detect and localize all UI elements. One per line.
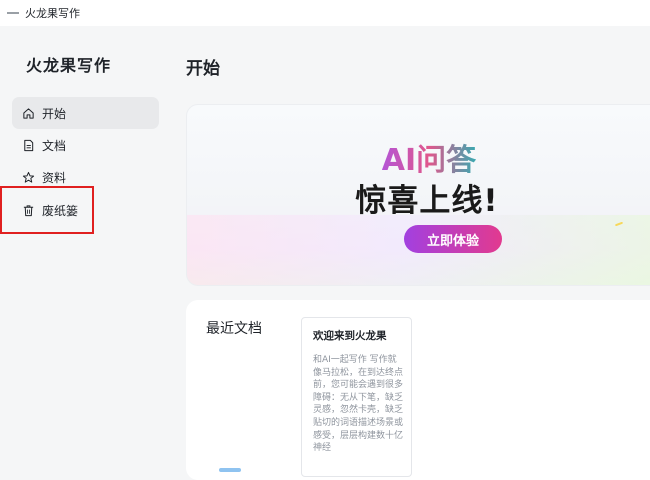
page-title: 开始 [186, 59, 220, 79]
app-icon [7, 9, 19, 17]
recent-documents-title: 最近文档 [206, 321, 262, 337]
try-now-button[interactable]: 立即体验 [404, 225, 502, 253]
banner-heading: AI问答 [381, 143, 477, 178]
document-card-title: 欢迎来到火龙果 [313, 330, 387, 342]
banner-subheading: 惊喜上线! [355, 183, 499, 219]
sidebar-item-label: 资料 [42, 170, 67, 185]
brand-logo-text: 火龙果写作 [26, 56, 112, 75]
title-bar: 火龙果写作 [0, 0, 650, 26]
sidebar-item-label: 开始 [42, 106, 67, 121]
sidebar-item-start[interactable]: 开始 [12, 97, 159, 129]
document-card[interactable]: 欢迎来到火龙果 和AI一起写作 写作就像马拉松，在到达终点前，您可能会遇到很多障… [301, 317, 412, 477]
document-card-preview: 和AI一起写作 写作就像马拉松，在到达终点前，您可能会遇到很多障碍：无从下笔，缺… [313, 355, 404, 454]
recent-documents-panel: 最近文档 欢迎来到火龙果 和AI一起写作 写作就像马拉松，在到达终点前，您可能会… [186, 300, 650, 480]
sidebar: 火龙果写作 开始 文档 资料 废纸篓 [0, 26, 172, 474]
sidebar-item-label: 文档 [42, 138, 67, 153]
window-title: 火龙果写作 [25, 7, 80, 20]
partial-icon [219, 468, 241, 472]
document-icon [21, 138, 35, 152]
home-icon [21, 106, 35, 120]
promo-banner[interactable]: AI问答 惊喜上线! 立即体验 [186, 104, 650, 286]
sidebar-item-documents[interactable]: 文档 [12, 129, 159, 161]
star-icon [21, 170, 35, 184]
trash-highlight-box [0, 186, 94, 234]
main-content: 开始 AI问答 惊喜上线! 立即体验 最近文档 欢迎来到火龙果 和AI一起写作 … [172, 26, 650, 480]
